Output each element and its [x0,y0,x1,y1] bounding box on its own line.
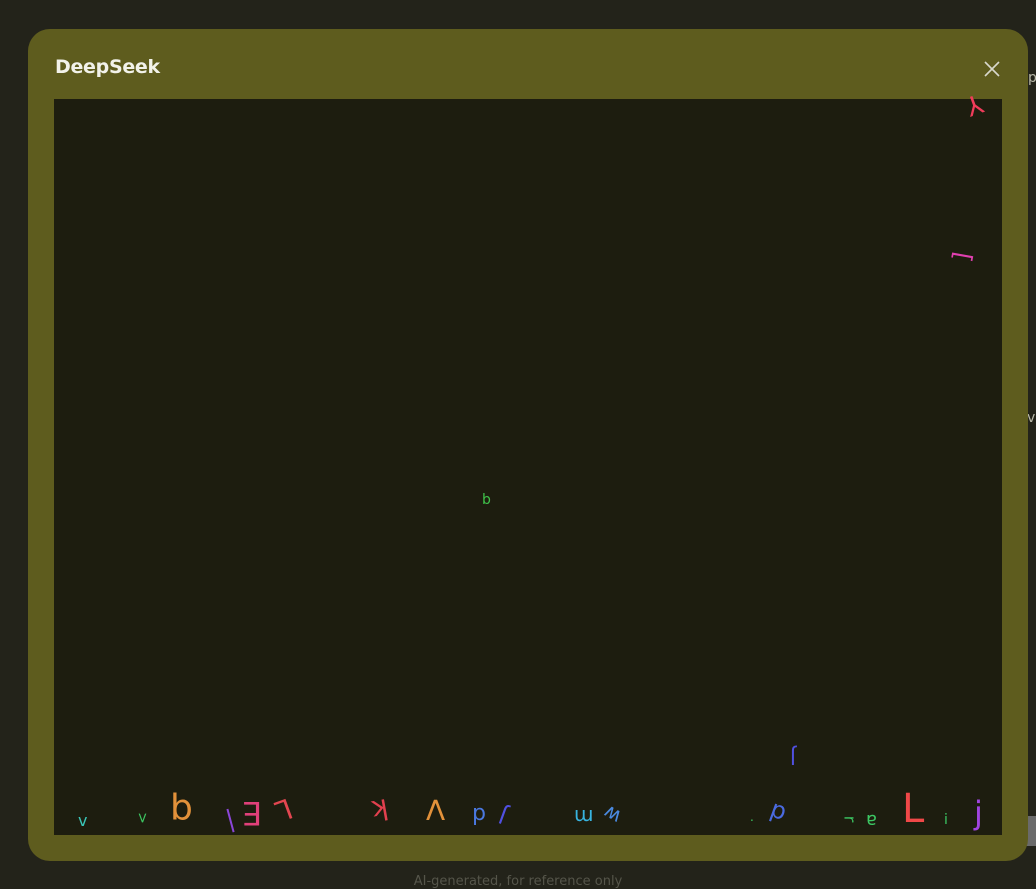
glyph-letter: w [599,800,626,830]
glyph-letter: V [426,793,446,826]
close-icon [984,61,1000,77]
glyph-letter: m [574,805,594,829]
glyph-letter: d [472,802,486,827]
glyph-letter: i [944,812,948,828]
close-button[interactable] [980,57,1004,81]
glyph-letter: q [170,791,193,832]
glyph-letter: L [270,791,297,828]
footer-disclaimer: AI-generated, for reference only [413,874,623,889]
glyph-letter: v [78,811,88,830]
glyph-letter: E [242,794,263,832]
glyph-letter: J [790,745,796,769]
glyph-letter: b [482,492,491,508]
glyph-letter: > [133,812,150,824]
background-text-fragment: v [1027,410,1036,426]
modal-title: DeepSeek [55,56,160,78]
glyph-letter: L [902,786,925,832]
glyph-letter: J [495,801,511,828]
glyph-letter: j [974,794,983,832]
glyph-letter: r [840,815,860,823]
glyph-letter: d [765,797,790,829]
glyph-letter: a [866,810,878,831]
glyph-letter: Y [961,87,987,121]
background-text-fragment: p [1028,70,1036,86]
generated-image-canvas: b v > q | E Lk Vd Jm w. d Jr a Li j Y[ [54,87,1002,835]
glyph-letter: k [369,791,392,828]
glyph-letter: . [750,810,754,824]
image-preview-modal: DeepSeek b v > q | E Lk Vd Jm w. d Jr a Li j Y[ [28,29,1028,861]
glyph-letter: | [222,804,238,834]
glyph-letter: [ [948,249,978,265]
